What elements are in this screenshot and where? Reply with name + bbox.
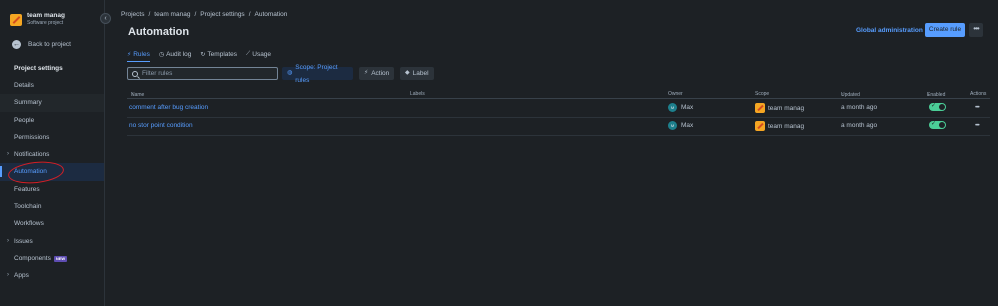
rule-name-link[interactable]: comment after bug creation — [129, 103, 208, 112]
action-filter-button[interactable]: ⚡ Action — [359, 67, 394, 80]
breadcrumb-project-settings[interactable]: Project settings — [200, 11, 244, 18]
table-header: Name ↑ Labels Owner Scope Updated ↕ Enab… — [131, 91, 987, 98]
sidebar-item-toolchain[interactable]: Toolchain — [0, 198, 104, 215]
avatar: M — [668, 103, 677, 112]
project-avatar-icon — [755, 121, 765, 131]
scope-filter-button[interactable]: ◍ Scope: Project rules — [282, 64, 353, 84]
rule-name-link[interactable]: no stor point condition — [129, 121, 193, 130]
scope-cell: team manag — [755, 103, 804, 113]
project-name: team manag — [27, 12, 65, 19]
back-to-project-link[interactable]: ← Back to project — [12, 40, 71, 49]
label-filter-button[interactable]: ◆ Label — [400, 67, 434, 80]
tab-audit-log[interactable]: ◷ Audit log — [159, 48, 192, 60]
tag-icon: ◆ — [405, 70, 410, 76]
new-badge: NEW — [53, 255, 68, 262]
page-title: Automation — [128, 26, 190, 38]
project-type: Software project — [27, 20, 64, 26]
updated-cell: a month ago — [841, 122, 878, 129]
column-labels: Labels — [410, 91, 425, 97]
scope-cell: team manag — [755, 121, 804, 131]
tab-templates[interactable]: ↻ Templates — [200, 48, 237, 60]
project-avatar-icon — [755, 103, 765, 113]
row-divider — [127, 135, 990, 136]
breadcrumb-projects[interactable]: Projects — [121, 11, 144, 18]
breadcrumb: Projects / team manag / Project settings / Aut… — [121, 11, 288, 18]
table-row: no stor point condition M Max team manag … — [0, 117, 998, 135]
project-avatar-icon — [10, 14, 22, 26]
enabled-toggle[interactable]: ✓ — [929, 121, 946, 129]
table-row: comment after bug creation M Max team man… — [0, 99, 998, 117]
chart-icon: ⟋ — [246, 50, 251, 57]
chevron-right-icon: › — [7, 272, 9, 279]
tab-rules[interactable]: ⚡ Rules — [127, 48, 150, 62]
breadcrumb-automation[interactable]: Automation — [255, 11, 288, 18]
sidebar: team manag Software project ← Back to pr… — [0, 0, 105, 306]
sidebar-item-issues[interactable]: › Issues — [0, 233, 104, 250]
sidebar-item-apps[interactable]: › Apps — [0, 267, 104, 284]
create-rule-button[interactable]: Create rule — [925, 23, 965, 37]
collapse-sidebar-button[interactable]: ‹ — [100, 13, 111, 24]
template-icon: ↻ — [200, 51, 206, 58]
global-administration-link[interactable]: Global administration — [856, 27, 923, 34]
row-more-button[interactable]: ••• — [975, 103, 980, 112]
chevron-right-icon: › — [7, 151, 9, 158]
tabs: ⚡ Rules ◷ Audit log ↻ Templates ⟋ Usage — [127, 48, 280, 62]
sidebar-item-automation[interactable]: Automation — [0, 163, 104, 181]
globe-icon: ◍ — [287, 70, 293, 76]
column-owner: Owner — [668, 91, 683, 97]
sidebar-item-components[interactable]: Components NEW — [0, 250, 104, 267]
filter-rules-input[interactable]: Filter rules — [127, 67, 278, 80]
sidebar-item-features[interactable]: Features — [0, 181, 104, 198]
check-icon: ✓ — [931, 103, 937, 109]
arrow-left-icon: ← — [12, 40, 21, 49]
column-scope: Scope — [755, 91, 770, 97]
sidebar-item-workflows[interactable]: Workflows — [0, 215, 104, 232]
more-actions-button[interactable]: ••• — [969, 23, 983, 37]
tab-usage[interactable]: ⟋ Usage — [246, 48, 271, 60]
search-icon — [132, 70, 138, 77]
column-actions: Actions — [970, 91, 987, 97]
owner-cell: M Max — [668, 103, 693, 112]
check-icon: ✓ — [931, 121, 937, 127]
clock-icon: ◷ — [158, 51, 165, 58]
owner-cell: M Max — [668, 121, 693, 130]
lightning-icon: ⚡ — [364, 70, 369, 76]
enabled-toggle[interactable]: ✓ — [929, 103, 946, 111]
sidebar-item-notifications[interactable]: › Notifications — [0, 146, 104, 163]
back-to-project-label: Back to project — [28, 41, 71, 48]
lightning-icon: ⚡ — [127, 51, 132, 58]
project-settings-heading: Project settings — [14, 65, 63, 72]
avatar: M — [668, 121, 677, 130]
updated-cell: a month ago — [841, 104, 878, 111]
row-more-button[interactable]: ••• — [975, 121, 980, 130]
filter-placeholder: Filter rules — [142, 70, 173, 77]
chevron-right-icon: › — [7, 237, 9, 244]
project-header[interactable]: team manag Software project — [10, 12, 65, 26]
breadcrumb-team-manag[interactable]: team manag — [154, 11, 190, 18]
